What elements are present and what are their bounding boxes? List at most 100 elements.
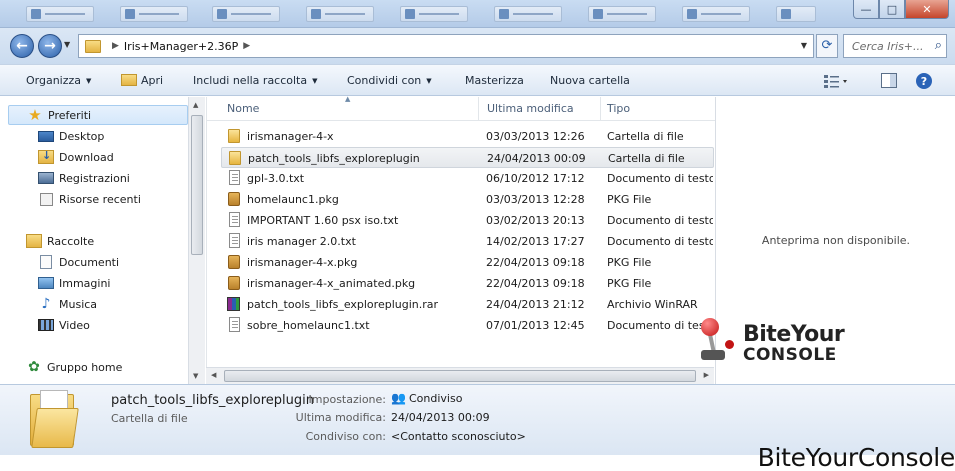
nav-item-documents[interactable]: Documenti bbox=[38, 252, 119, 272]
libraries-icon bbox=[26, 234, 42, 248]
file-row[interactable]: IMPORTANT 1.60 psx iso.txt 03/02/2013 20… bbox=[221, 210, 714, 231]
nav-item-video[interactable]: Video bbox=[38, 315, 90, 335]
include-in-library-menu[interactable]: Includi nella raccolta ▼ bbox=[193, 74, 318, 87]
minimize-button[interactable]: — bbox=[853, 0, 879, 19]
file-name: gpl-3.0.txt bbox=[247, 172, 305, 185]
search-input[interactable]: Cerca Iris+... ⌕ bbox=[843, 34, 947, 58]
include-label: Includi nella raccolta bbox=[193, 74, 308, 87]
file-name: IMPORTANT 1.60 psx iso.txt bbox=[247, 214, 399, 227]
nav-item-music[interactable]: ♪ Musica bbox=[38, 294, 98, 314]
nav-item-label: Musica bbox=[59, 297, 98, 311]
file-type: Archivio WinRAR bbox=[607, 298, 698, 311]
file-row[interactable]: gpl-3.0.txt 06/10/2012 17:12 Documento d… bbox=[221, 168, 714, 189]
column-header-modified[interactable]: Ultima modifica bbox=[487, 102, 574, 115]
taskbar-tab[interactable] bbox=[494, 6, 562, 22]
taskbar-tab[interactable] bbox=[588, 6, 656, 22]
file-row[interactable]: irismanager-4-x 03/03/2013 12:26 Cartell… bbox=[221, 126, 714, 147]
nav-homegroup-label: Gruppo home bbox=[47, 360, 123, 374]
details-shared-label: Condiviso con: bbox=[305, 430, 386, 443]
burn-label: Masterizza bbox=[465, 74, 524, 87]
column-divider[interactable] bbox=[600, 97, 601, 121]
back-button[interactable]: ← bbox=[10, 34, 34, 58]
file-row[interactable]: iris manager 2.0.txt 14/02/2013 17:27 Do… bbox=[221, 231, 714, 252]
horizontal-scrollbar[interactable]: ◀ ▶ bbox=[206, 367, 714, 384]
close-button[interactable]: ✕ bbox=[905, 0, 949, 19]
text-file-icon bbox=[229, 212, 240, 227]
file-row[interactable]: irismanager-4-x.pkg 22/04/2013 09:18 PKG… bbox=[221, 252, 714, 273]
breadcrumb-chevron-icon[interactable]: ▶ bbox=[243, 41, 250, 51]
sort-ascending-icon: ▲ bbox=[345, 95, 351, 103]
nav-item-images[interactable]: Immagini bbox=[38, 273, 110, 293]
burn-button[interactable]: Masterizza bbox=[465, 74, 524, 87]
nav-item-label: Immagini bbox=[59, 276, 111, 290]
text-file-icon bbox=[229, 317, 240, 332]
scroll-up-icon[interactable]: ▲ bbox=[193, 101, 198, 109]
maximize-button[interactable]: □ bbox=[879, 0, 905, 19]
breadcrumb-item[interactable]: Iris+Manager+2.36P bbox=[124, 40, 238, 53]
folder-icon bbox=[85, 39, 101, 53]
search-placeholder: Cerca Iris+... bbox=[852, 40, 924, 53]
address-bar[interactable]: ▶ Iris+Manager+2.36P ▶ ▼ bbox=[78, 34, 814, 58]
taskbar-tab[interactable] bbox=[682, 6, 750, 22]
forward-arrow-icon: → bbox=[44, 38, 56, 54]
nav-item-recent[interactable]: Risorse recenti bbox=[38, 189, 141, 209]
refresh-icon: ⟳ bbox=[821, 38, 833, 53]
scroll-down-icon[interactable]: ▼ bbox=[193, 372, 198, 380]
file-modified: 14/02/2013 17:27 bbox=[486, 235, 585, 248]
chevron-down-icon: ▼ bbox=[86, 77, 92, 85]
taskbar-tab[interactable] bbox=[306, 6, 374, 22]
column-header-name[interactable]: Nome bbox=[227, 102, 259, 115]
scroll-left-icon[interactable]: ◀ bbox=[211, 371, 216, 379]
scroll-right-icon[interactable]: ▶ bbox=[704, 371, 709, 379]
file-type: Cartella di file bbox=[608, 152, 685, 165]
shared-users-icon: 👥 bbox=[391, 391, 406, 405]
column-headers: ▲ Nome Ultima modifica Tipo bbox=[207, 95, 715, 121]
package-icon bbox=[228, 192, 240, 206]
new-folder-button[interactable]: Nuova cartella bbox=[550, 74, 630, 87]
nav-libraries[interactable]: Raccolte bbox=[26, 231, 94, 251]
preview-pane-icon[interactable] bbox=[880, 72, 898, 90]
view-options-icon[interactable] bbox=[823, 72, 849, 90]
organize-menu[interactable]: Organizza ▼ bbox=[26, 74, 91, 87]
nav-scrollbar[interactable]: ▲ ▼ bbox=[188, 97, 205, 384]
scroll-thumb[interactable] bbox=[191, 115, 203, 255]
help-icon[interactable]: ? bbox=[915, 72, 933, 90]
nav-item-download[interactable]: Download bbox=[38, 147, 114, 167]
taskbar-tab[interactable] bbox=[120, 6, 188, 22]
file-modified: 22/04/2013 09:18 bbox=[486, 277, 585, 290]
breadcrumb-chevron-icon[interactable]: ▶ bbox=[112, 41, 119, 51]
details-modified-label: Ultima modifica: bbox=[295, 411, 386, 424]
biteyourconsole-logo: BiteYour CONSOLE bbox=[697, 318, 847, 368]
forward-button[interactable]: → bbox=[38, 34, 62, 58]
search-icon[interactable]: ⌕ bbox=[935, 38, 942, 53]
scroll-thumb[interactable] bbox=[224, 370, 696, 382]
file-row[interactable]: patch_tools_libfs_exploreplugin.rar 24/0… bbox=[221, 294, 714, 315]
refresh-button[interactable]: ⟳ bbox=[816, 34, 838, 58]
new-folder-label: Nuova cartella bbox=[550, 74, 630, 87]
command-bar: Organizza ▼ Apri Includi nella raccolta ▼ … bbox=[0, 64, 955, 96]
taskbar-tab[interactable] bbox=[26, 6, 94, 22]
file-modified: 06/10/2012 17:12 bbox=[486, 172, 585, 185]
address-dropdown-icon[interactable]: ▼ bbox=[801, 41, 807, 50]
recent-pages-dropdown[interactable]: ▼ bbox=[64, 40, 70, 49]
logo-text: BiteYour bbox=[743, 322, 845, 347]
open-button[interactable]: Apri bbox=[121, 74, 163, 87]
file-row[interactable]: homelaunc1.pkg 03/03/2013 12:28 PKG File bbox=[221, 189, 714, 210]
file-row[interactable]: irismanager-4-x_animated.pkg 22/04/2013 … bbox=[221, 273, 714, 294]
nav-libraries-label: Raccolte bbox=[47, 234, 95, 248]
share-label: Condividi con bbox=[347, 74, 422, 87]
title-bar: — □ ✕ bbox=[0, 0, 955, 28]
share-with-menu[interactable]: Condividi con ▼ bbox=[347, 74, 432, 87]
file-row-selected[interactable]: patch_tools_libfs_exploreplugin 24/04/20… bbox=[221, 147, 714, 168]
watermark: BiteYourConsole bbox=[757, 443, 955, 471]
nav-item-recordings[interactable]: Registrazioni bbox=[38, 168, 130, 188]
taskbar-tab[interactable] bbox=[776, 6, 816, 22]
column-header-type[interactable]: Tipo bbox=[607, 102, 630, 115]
column-divider[interactable] bbox=[478, 97, 479, 121]
nav-homegroup[interactable]: ✿ Gruppo home bbox=[26, 357, 122, 377]
taskbar-tab[interactable] bbox=[212, 6, 280, 22]
file-row[interactable]: sobre_homelaunc1.txt 07/01/2013 12:45 Do… bbox=[221, 315, 714, 336]
nav-favorites[interactable]: ★ Preferiti bbox=[8, 105, 188, 125]
nav-item-desktop[interactable]: Desktop bbox=[38, 126, 104, 146]
taskbar-tab[interactable] bbox=[400, 6, 468, 22]
